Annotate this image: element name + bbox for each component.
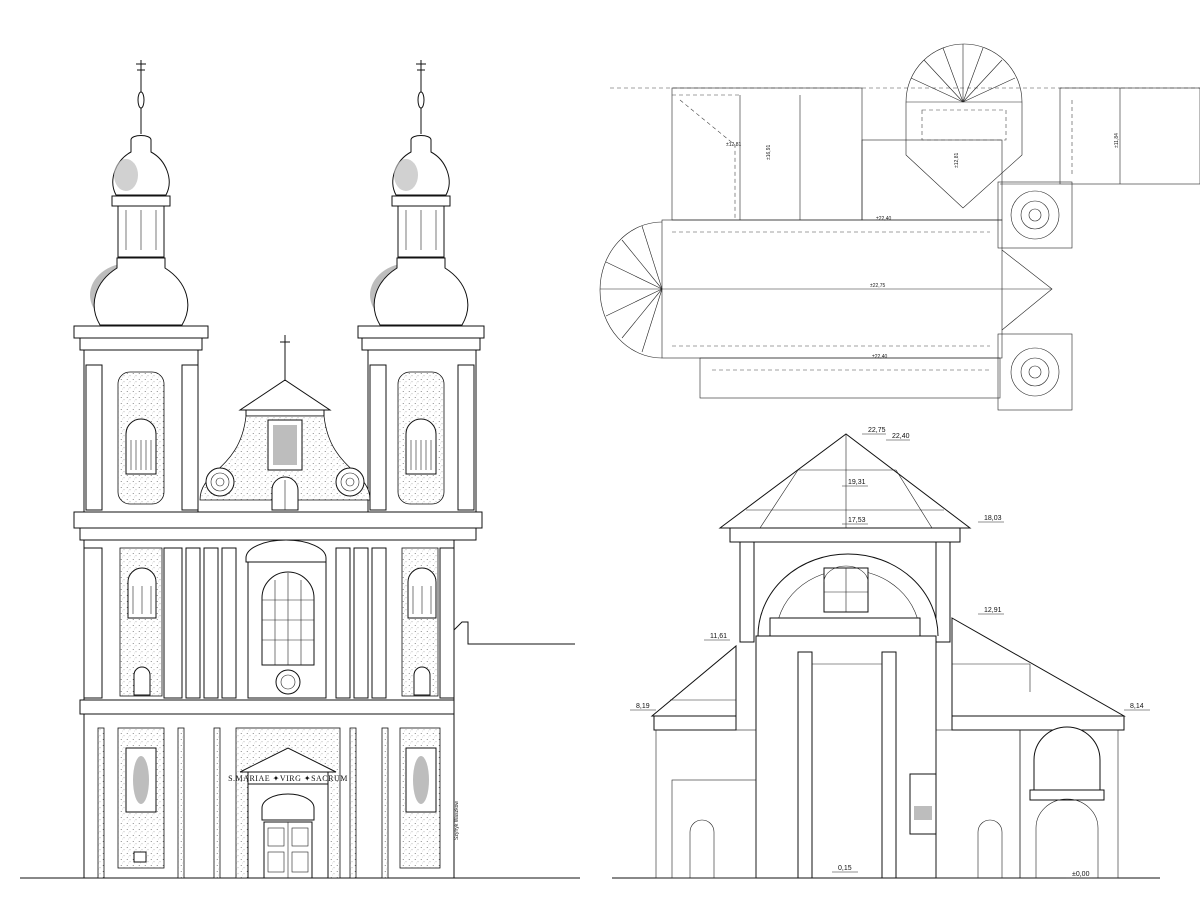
plan-label-nave-bottom: ±22,40 <box>872 354 887 360</box>
plan-label-east-wing: ±11,84 <box>1114 133 1120 148</box>
west-apse-roof <box>599 221 663 359</box>
portal-inscription: S.MARIAE ✦VIRG ✦SACRUM <box>228 774 348 783</box>
left-aisle-roof <box>650 644 737 717</box>
level-22-40: 22,40 <box>892 433 910 440</box>
right-volute <box>335 467 365 497</box>
level-19-31: 19,31 <box>848 479 866 486</box>
left-volute <box>205 467 235 497</box>
plan-label-north-wing-2: ±16,91 <box>766 145 772 160</box>
level-12-91: 12,91 <box>984 607 1002 614</box>
plan-label-apse: ±12,81 <box>954 153 960 168</box>
tower-roof-south <box>997 333 1073 411</box>
plan-label-nave-ridge: ±22,75 <box>870 283 885 289</box>
roof-east-wing <box>1059 87 1200 185</box>
tower-roof-north <box>997 181 1073 249</box>
front-elevation: S.MARIAE ✦VIRG ✦SACRUM Szyfryk Waszkow <box>20 60 580 879</box>
north-apse-roof <box>905 43 1023 209</box>
plan-label-north-wing: ±12,81 <box>726 142 741 148</box>
level-22-75: 22,75 <box>868 427 886 434</box>
central-gable <box>199 335 371 511</box>
cross-section: 22,75 22,40 19,31 18,03 17,53 12,91 11,6… <box>612 427 1160 879</box>
level-8-19: 8,19 <box>636 703 650 710</box>
drawing-sheet: S.MARIAE ✦VIRG ✦SACRUM Szyfryk Waszkow ±… <box>20 43 1200 879</box>
right-tower <box>357 60 485 513</box>
lower-entablature <box>79 699 455 715</box>
level-18-03: 18,03 <box>984 515 1002 522</box>
side-wall-outline <box>443 621 575 878</box>
level-11-61: 11,61 <box>710 633 727 640</box>
left-tower <box>73 60 209 513</box>
signature: Szyfryk Waszkow <box>454 801 460 840</box>
roof-plan: ±22,75 ±22,40 ±22,40 ±12,81 ±16,91 ±12,8… <box>599 43 1200 411</box>
level-0-00: ±0,00 <box>1072 871 1090 878</box>
middle-storey <box>83 539 455 701</box>
level-8-14: 8,14 <box>1130 703 1144 710</box>
ground-storey: S.MARIAE ✦VIRG ✦SACRUM Szyfryk Waszkow <box>83 713 460 879</box>
upper-entablature <box>73 511 483 529</box>
left-lower-dome <box>93 257 189 326</box>
right-lower-dome <box>373 257 469 326</box>
interior-pilaster-right <box>881 651 897 879</box>
plan-label-nave-top: ±22,40 <box>876 216 891 222</box>
right-aisle-roof <box>951 617 1126 717</box>
interior-pilaster-left <box>797 651 813 879</box>
central-roof-truss <box>718 433 972 529</box>
rose-window <box>275 669 301 695</box>
level-17-53: 17,53 <box>848 517 866 524</box>
level-0-15: 0,15 <box>838 865 852 872</box>
